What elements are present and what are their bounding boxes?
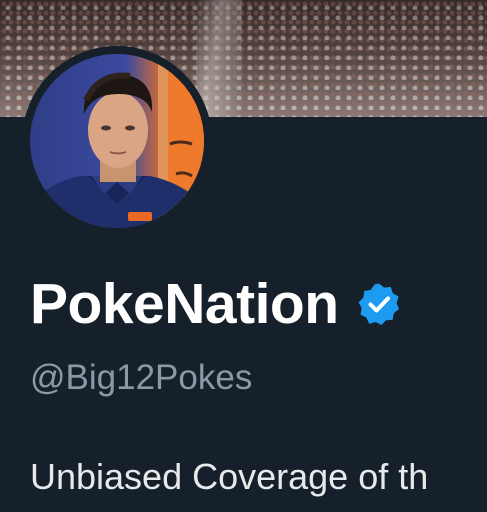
- name-row: PokeNation: [30, 272, 401, 336]
- display-name: PokeNation: [30, 272, 339, 336]
- avatar[interactable]: [30, 54, 204, 228]
- profile-bio: Unbiased Coverage of th: [30, 456, 429, 497]
- verified-badge-icon[interactable]: [357, 282, 401, 326]
- profile-handle: @Big12Pokes: [30, 358, 253, 397]
- avatar-photo: [30, 54, 204, 228]
